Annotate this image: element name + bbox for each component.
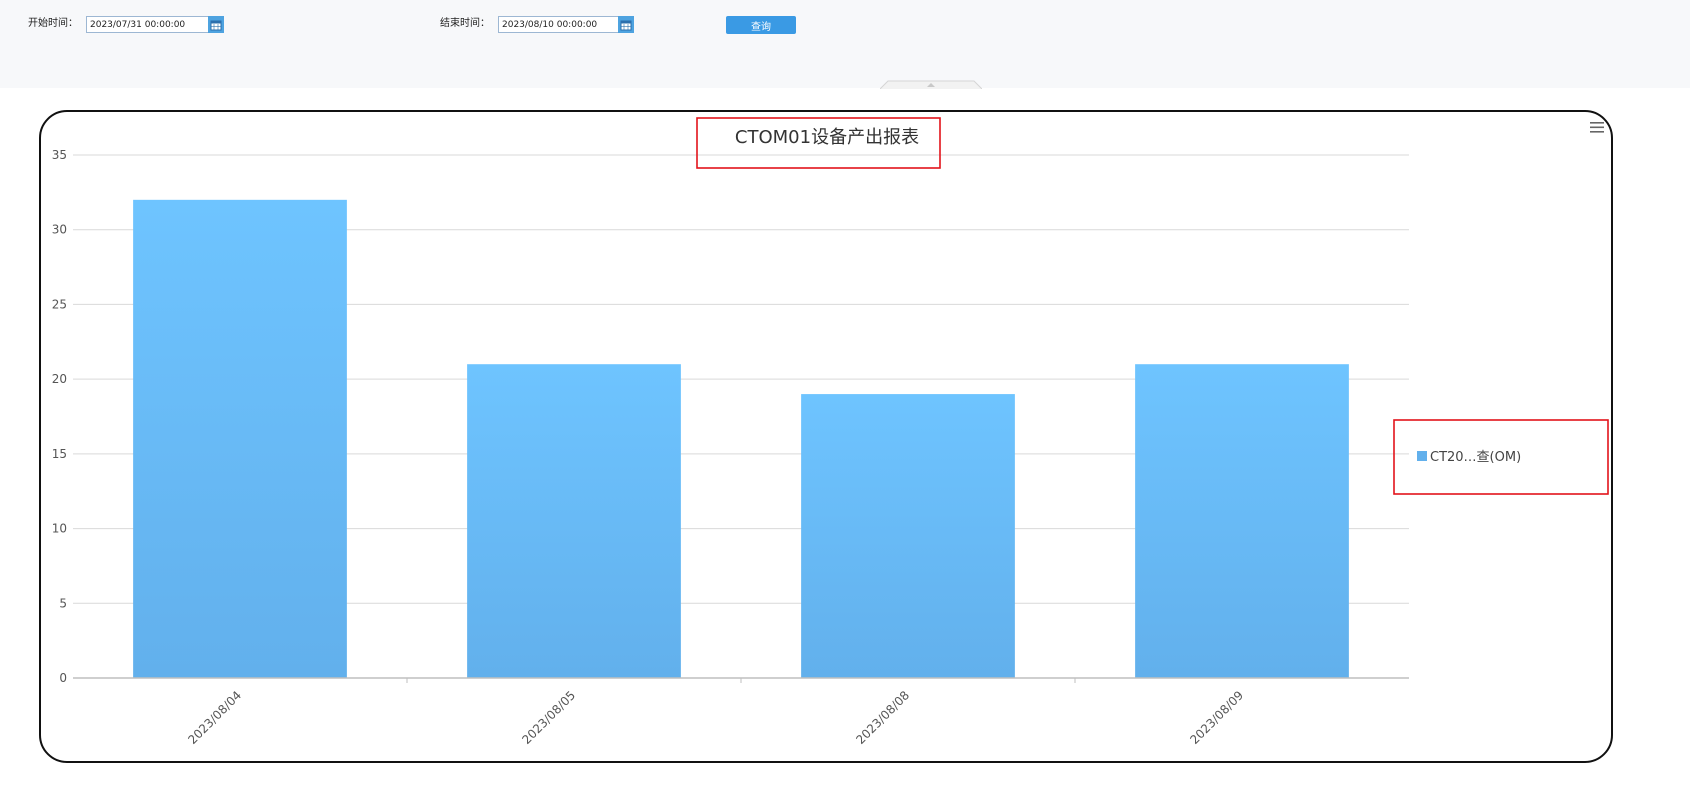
legend-item[interactable]: CT20…查(OM) — [1417, 450, 1521, 465]
legend-swatch — [1417, 451, 1427, 461]
y-tick-label: 10 — [52, 522, 67, 536]
y-tick-label: 30 — [52, 223, 67, 237]
x-tick-label: 2023/08/09 — [1187, 688, 1246, 747]
x-tick-label: 2023/08/08 — [853, 688, 912, 747]
hamburger-menu-icon — [1590, 122, 1604, 133]
x-axis — [73, 677, 1409, 683]
y-tick-label: 35 — [52, 148, 67, 162]
y-tick-label: 5 — [59, 596, 67, 610]
x-tick-label: 2023/08/04 — [185, 688, 244, 747]
chart-menu-button[interactable] — [1586, 118, 1610, 138]
x-axis-ticks: 2023/08/04 2023/08/05 2023/08/08 2023/08/09 — [185, 688, 1246, 747]
bar[interactable] — [1135, 364, 1349, 678]
y-tick-label: 25 — [52, 297, 67, 311]
chart-title: CTOM01设备产出报表 — [735, 127, 919, 148]
bar[interactable] — [133, 199, 347, 679]
y-tick-label: 15 — [52, 447, 67, 461]
bar[interactable] — [467, 364, 681, 678]
x-tick-label: 2023/08/05 — [519, 688, 578, 747]
y-axis-ticks: 0 5 10 15 20 25 30 35 — [52, 148, 67, 685]
chart-canvas: 05101520253035 2023/08/04 2023/08/05 2023/… — [52, 117, 1610, 747]
legend-label: CT20…查(OM) — [1430, 450, 1521, 465]
y-tick-label: 20 — [52, 372, 67, 386]
bar[interactable] — [801, 394, 1015, 678]
y-tick-label: 0 — [59, 671, 67, 685]
bars — [133, 199, 1349, 679]
legend: CT20…查(OM) — [1417, 450, 1521, 465]
